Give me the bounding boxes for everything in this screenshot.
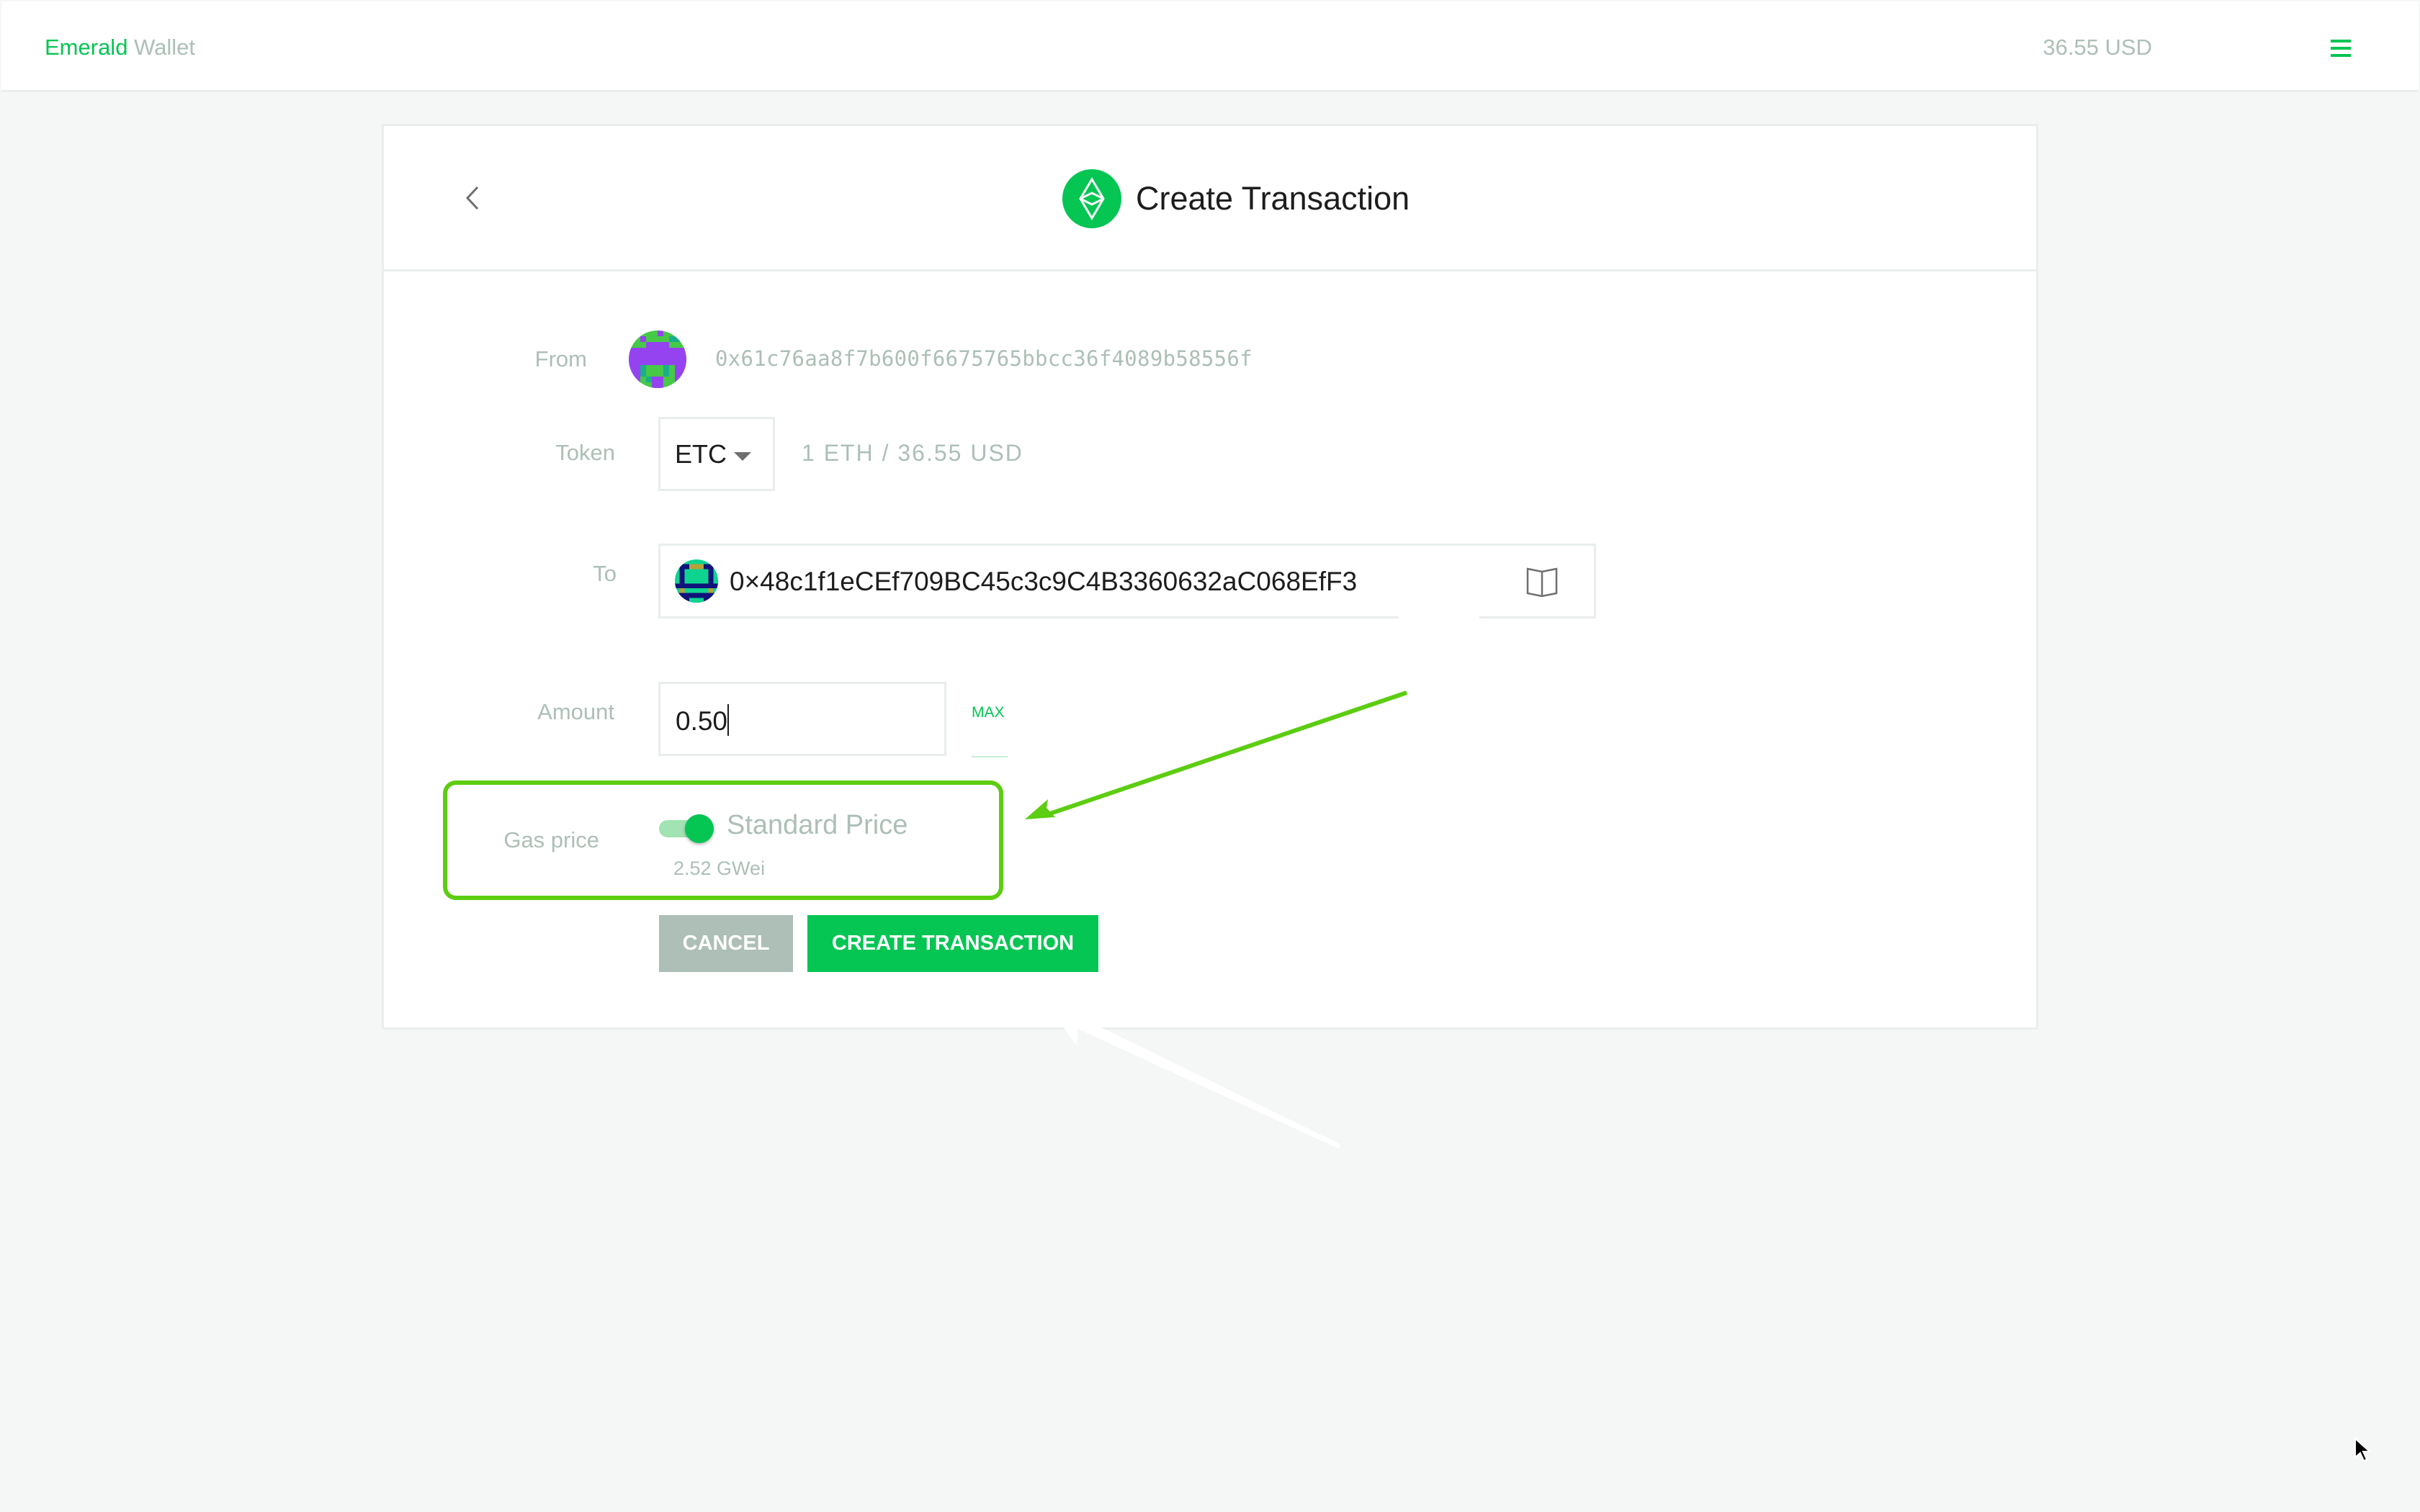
to-address-value: 0×48c1f1eCEf709BC45c3c9C4B3360632aC068Ef… bbox=[730, 567, 1358, 596]
chevron-left-icon bbox=[465, 186, 479, 210]
ethereum-classic-icon bbox=[1062, 169, 1121, 228]
exchange-rate: 1 ETH / 36.55 USD bbox=[802, 440, 1023, 466]
back-button[interactable] bbox=[456, 180, 492, 216]
mouse-cursor-icon bbox=[2354, 1436, 2372, 1467]
create-transaction-button[interactable]: CREATE TRANSACTION bbox=[807, 915, 1098, 972]
annotation-ghost-line bbox=[1072, 1026, 1341, 1148]
to-label: To bbox=[593, 561, 617, 586]
token-label: Token bbox=[555, 440, 615, 465]
to-address-field[interactable]: 0×48c1f1eCEf709BC45c3c9C4B3360632aC068Ef… bbox=[658, 544, 1596, 618]
to-avatar bbox=[675, 559, 718, 603]
hamburger-menu-icon[interactable] bbox=[2331, 40, 2351, 57]
total-balance: 36.55 USD bbox=[2043, 35, 2152, 60]
brand-secondary: Wallet bbox=[134, 35, 196, 60]
brand-primary: Emerald bbox=[45, 35, 128, 60]
token-select[interactable]: ETC bbox=[658, 417, 775, 491]
gas-price-label: Gas price bbox=[503, 827, 599, 852]
create-transaction-card: Create Transaction From 0x61c76aa8f7b600… bbox=[382, 124, 2038, 1030]
page-title-wrap: Create Transaction bbox=[1062, 169, 1410, 228]
gas-price-value: 2.52 GWei bbox=[673, 858, 766, 879]
from-address: 0x61c76aa8f7b600f6675765bbcc36f4089b5855… bbox=[715, 346, 1252, 371]
card-header: Create Transaction bbox=[384, 126, 2036, 271]
page-title: Create Transaction bbox=[1136, 180, 1410, 217]
token-selected: ETC bbox=[675, 438, 727, 469]
cancel-button[interactable]: CANCEL bbox=[659, 915, 793, 972]
app-header: Emerald Wallet 36.55 USD bbox=[1, 1, 2419, 92]
amount-input[interactable]: 0.50 bbox=[658, 682, 946, 756]
caret-down-icon bbox=[734, 451, 751, 461]
book-icon[interactable] bbox=[1525, 564, 1559, 599]
brand-logo[interactable]: Emerald Wallet bbox=[45, 35, 195, 60]
amount-value: 0.50 bbox=[676, 706, 728, 736]
amount-label: Amount bbox=[537, 699, 614, 724]
from-avatar bbox=[629, 330, 686, 388]
gas-price-mode: Standard Price bbox=[727, 810, 908, 840]
max-button[interactable]: MAX bbox=[972, 704, 1005, 721]
from-label: From bbox=[534, 346, 587, 372]
gas-price-toggle[interactable] bbox=[659, 813, 717, 846]
text-caret bbox=[727, 704, 730, 736]
